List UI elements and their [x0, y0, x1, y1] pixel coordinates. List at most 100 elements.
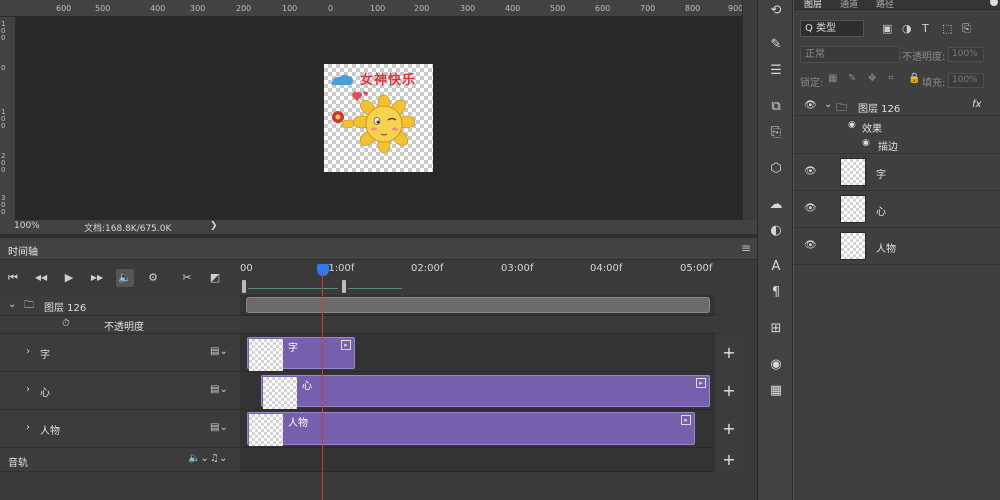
document-image[interactable]: 女神快乐 [324, 64, 433, 172]
stroke-effect-row[interactable]: ◉ 描边 [794, 134, 1000, 154]
opacity-input[interactable]: 100% [948, 47, 984, 62]
eye-icon[interactable]: 👁 [804, 203, 817, 214]
chevron-down-icon[interactable]: ⌄ [8, 299, 16, 310]
timeline-title[interactable]: 时间轴 [8, 243, 38, 258]
group-bar[interactable] [246, 297, 710, 313]
clip-end-icon[interactable]: ▸ [696, 378, 706, 388]
chevron-down-icon[interactable]: ⌄ [824, 99, 832, 110]
3d-cube-icon[interactable]: ⬡ [767, 160, 785, 178]
libraries-icon[interactable]: ☁ [767, 196, 785, 214]
chevron-right-icon[interactable]: › [26, 384, 30, 395]
next-frame-icon[interactable]: ▶▶ [88, 269, 106, 287]
eye-icon[interactable]: ◉ [862, 138, 870, 148]
tab-layers[interactable]: 图层 [804, 0, 822, 10]
chevron-right-icon[interactable]: › [26, 422, 30, 433]
film-icon[interactable]: ▤⌄ [210, 346, 228, 357]
track-name: 心 [40, 388, 50, 399]
grid-icon[interactable]: ▦ [767, 382, 785, 400]
stopwatch-icon[interactable]: ⏱ [62, 318, 70, 329]
status-arrow-icon[interactable]: ❯ [210, 221, 218, 231]
mute-icon[interactable]: 🔈⌄ [188, 453, 209, 464]
film-icon[interactable]: ▤⌄ [210, 422, 228, 433]
clip-text[interactable]: 字 ▸ [247, 337, 355, 371]
lock-image-icon[interactable]: ✎ [848, 73, 856, 84]
opacity-property-row: ⏱ 不透明度 [0, 316, 240, 334]
split-scissors-icon[interactable]: ✂ [178, 269, 196, 287]
vertical-scrollbar[interactable] [742, 0, 757, 220]
history-icon[interactable]: ⟲ [767, 2, 785, 20]
group-track-header[interactable]: ⌄ 🗀 图层 126 [0, 295, 240, 316]
clip-end-icon[interactable]: ▸ [681, 415, 691, 425]
clip-heart[interactable]: 心 ▸ [261, 375, 710, 409]
ruler-tick: 200 [414, 4, 430, 13]
eye-icon[interactable]: 👁 [804, 240, 817, 251]
clip-label: 字 [288, 343, 298, 354]
brush-settings-icon[interactable]: ✎ [767, 36, 785, 54]
ruler-tick: 800 [685, 4, 701, 13]
settings-icon[interactable]: ⚙ [144, 269, 162, 287]
eye-icon[interactable]: 👁 [804, 166, 817, 177]
first-frame-icon[interactable]: ⏮ [4, 269, 22, 287]
effects-row[interactable]: ◉ 效果 [794, 116, 1000, 135]
time-label: 02:00f [411, 263, 444, 274]
adjustment-filter-icon[interactable]: ◑ [902, 22, 912, 35]
ruler-tick: 900 [728, 4, 744, 13]
playhead-handle[interactable] [317, 264, 329, 276]
work-area-start-handle[interactable] [242, 280, 246, 293]
layer-row[interactable]: 👁 心 [794, 191, 1000, 228]
pixel-filter-icon[interactable]: ▣ [882, 22, 892, 35]
character-style-icon[interactable]: ⎘ [767, 124, 785, 142]
shape-filter-icon[interactable]: ⬚ [942, 22, 952, 35]
glyphs-icon[interactable]: ⊞ [767, 320, 785, 338]
smart-object-filter-icon[interactable]: ⎘ [962, 22, 971, 36]
time-ruler[interactable]: 00 01:00f 02:00f 03:00f 04:00f 05:00f [240, 261, 715, 295]
track-name: 字 [40, 350, 50, 361]
track-header-heart[interactable]: › 心 ▤⌄ [0, 372, 240, 410]
add-media-button[interactable]: + [715, 334, 743, 372]
add-media-button[interactable]: + [715, 410, 743, 448]
music-note-icon[interactable]: ♫⌄ [210, 453, 227, 464]
text-filter-icon[interactable]: T [922, 22, 929, 35]
adjustments-icon[interactable]: ◐ [767, 222, 785, 240]
panel-menu-icon[interactable]: ≡ [741, 241, 751, 255]
clip-character[interactable]: 人物 ▸ [247, 412, 695, 446]
add-media-button[interactable]: + [715, 372, 743, 410]
fx-icon[interactable]: fx [972, 99, 981, 110]
tab-paths[interactable]: 路径 [876, 0, 894, 10]
lock-all-icon[interactable]: 🔒 [908, 73, 920, 84]
clip-end-icon[interactable]: ▸ [341, 340, 351, 350]
play-icon[interactable]: ▶ [60, 269, 78, 287]
character-icon[interactable]: A [767, 258, 785, 276]
transition-icon[interactable]: ◩ [206, 269, 224, 287]
lock-transparency-icon[interactable]: ▦ [828, 73, 837, 84]
chevron-right-icon[interactable]: › [26, 346, 30, 357]
adjustments-sliders-icon[interactable]: ☰ [767, 62, 785, 80]
filter-type-select[interactable]: Q 类型 [800, 20, 864, 37]
filter-toggle-icon[interactable] [990, 0, 998, 6]
tab-channels[interactable]: 通道 [840, 0, 858, 10]
eye-icon[interactable]: 👁 [804, 100, 817, 111]
audio-track-header[interactable]: 音轨 🔈⌄ ♫⌄ [0, 448, 240, 472]
layer-thumbnail [840, 195, 866, 223]
eye-icon[interactable]: ◉ [848, 120, 856, 130]
opacity-property-track [240, 316, 715, 334]
audio-icon[interactable]: 🔈 [116, 269, 134, 287]
lock-artboard-icon[interactable]: ⌗ [888, 73, 894, 84]
track-header-character[interactable]: › 人物 ▤⌄ [0, 410, 240, 448]
layer-group-row[interactable]: 👁 ⌄ 🗀 图层 126 fx [794, 96, 1000, 116]
add-audio-button[interactable]: + [715, 448, 743, 472]
previous-frame-icon[interactable]: ◀◀ [32, 269, 50, 287]
clone-source-icon[interactable]: ⧉ [767, 98, 785, 116]
paragraph-icon[interactable]: ¶ [767, 284, 785, 302]
layer-row[interactable]: 👁 人物 [794, 228, 1000, 265]
swatches-icon[interactable]: ◉ [767, 356, 785, 374]
lock-position-icon[interactable]: ✥ [868, 73, 876, 84]
blend-mode-select[interactable]: 正常 [800, 46, 900, 63]
track-lane: 人物 ▸ [240, 410, 715, 448]
fill-input[interactable]: 100% [948, 73, 984, 88]
track-header-text[interactable]: › 字 ▤⌄ [0, 334, 240, 372]
zoom-level[interactable]: 100% [14, 221, 40, 231]
work-area-end-handle[interactable] [342, 280, 346, 293]
layer-row[interactable]: 👁 字 [794, 154, 1000, 191]
film-icon[interactable]: ▤⌄ [210, 384, 228, 395]
